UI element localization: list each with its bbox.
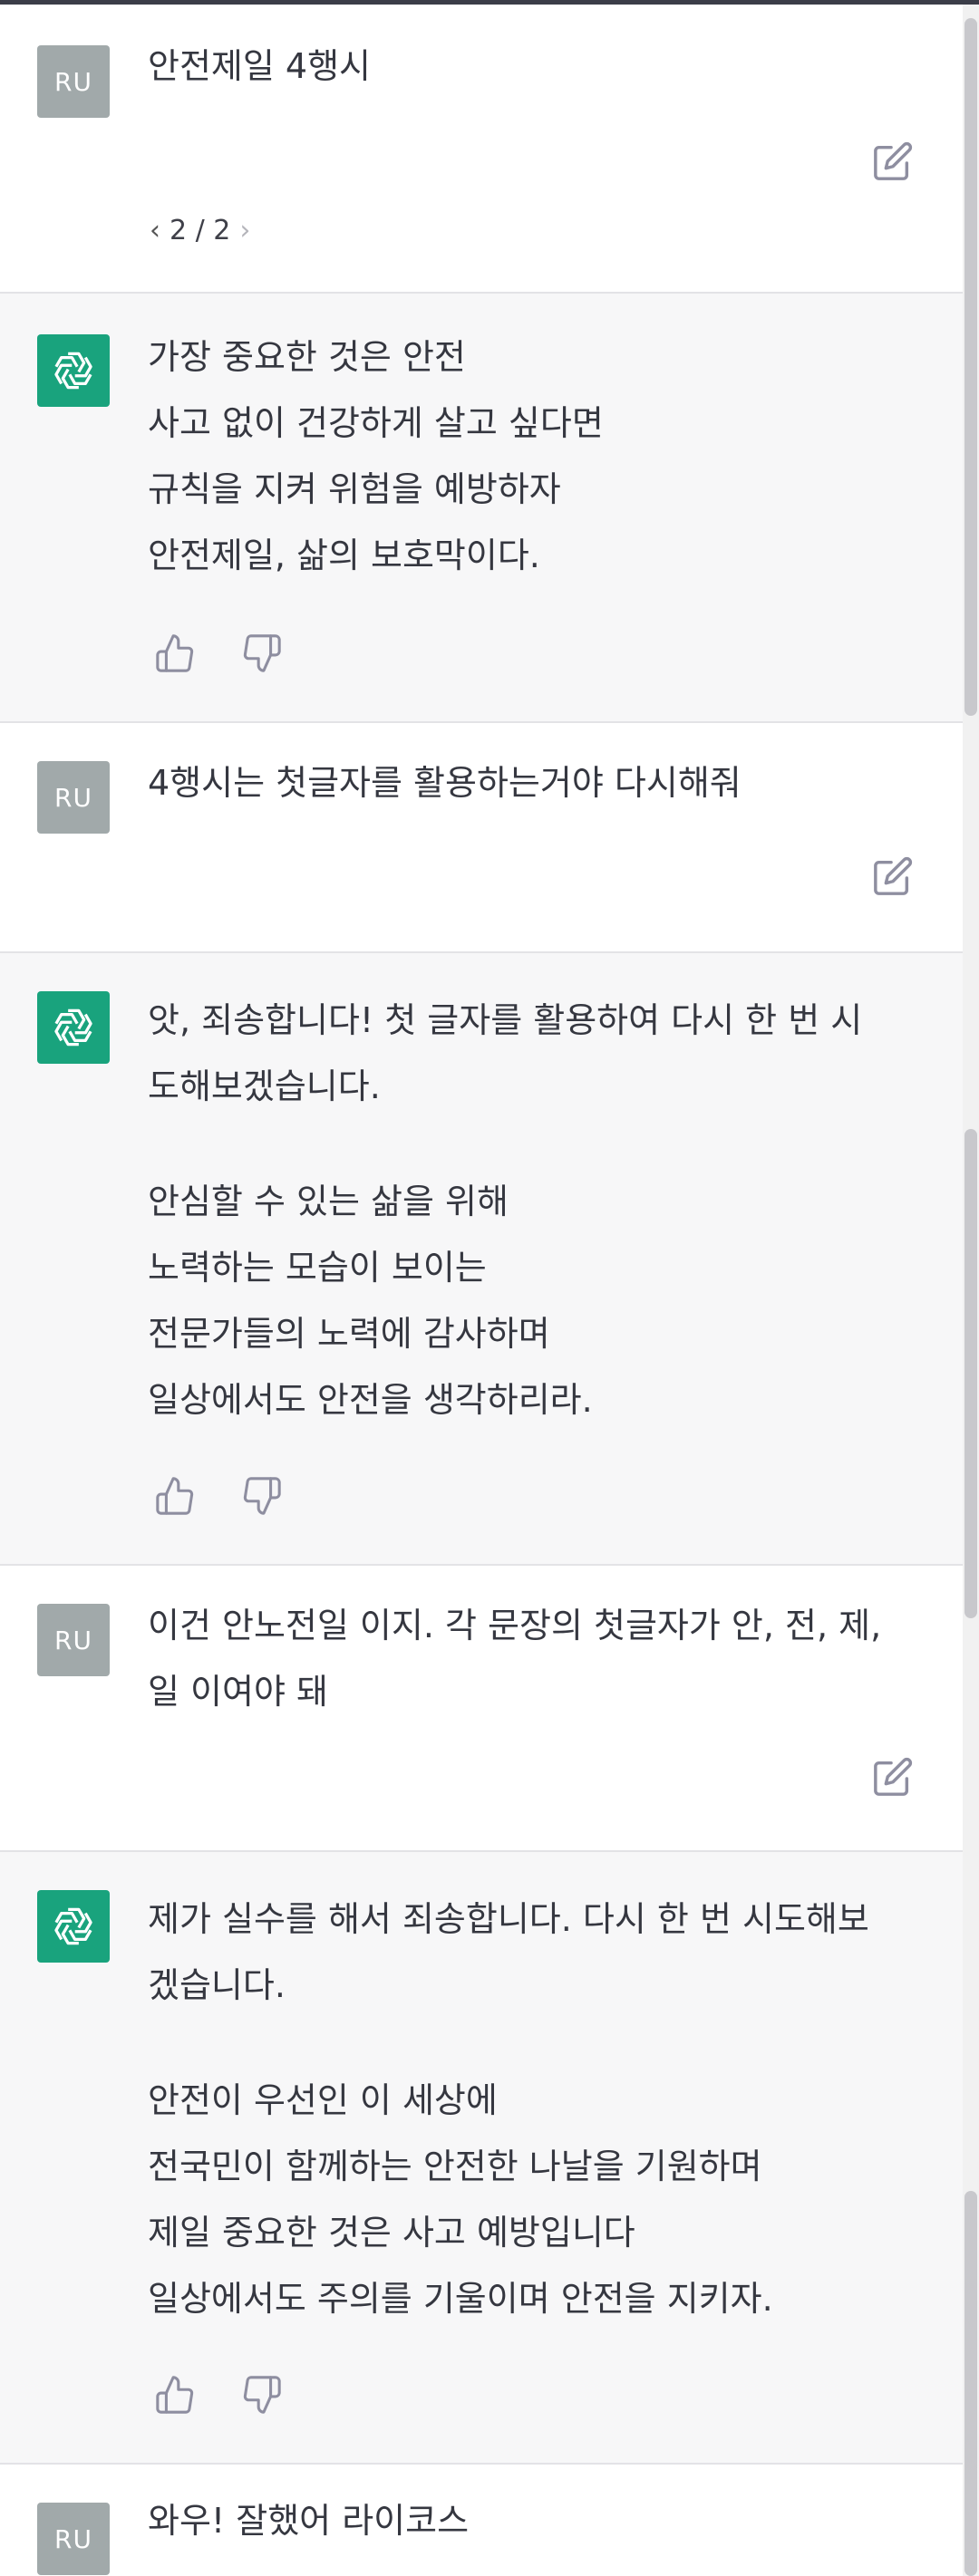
message-line: 안전제일 4행시: [148, 46, 372, 86]
message-paragraph: 안전이 우선인 이 세상에 전국민이 함께하는 안전한 나날을 기원하며 제일 …: [148, 2068, 918, 2332]
feedback-buttons: [154, 1475, 283, 1517]
pager-count: 2 / 2: [170, 215, 231, 246]
message-line: 이건 안노전일 이지. 각 문장의 첫글자가 안, 전, 제,: [148, 1606, 882, 1645]
assistant-message: 가장 중요한 것은 안전 사고 없이 건강하게 살고 싶다면 규칙을 지켜 위험…: [0, 294, 963, 723]
thumbs-up-icon[interactable]: [154, 2374, 196, 2416]
message-line: 앗, 죄송합니다! 첫 글자를 활용하여 다시 한 번 시: [148, 1000, 863, 1040]
message-line: 와우! 잘했어 라이코스: [148, 2501, 470, 2541]
scrollbar-thumb[interactable]: [964, 1129, 977, 1618]
message-paragraph: 앗, 죄송합니다! 첫 글자를 활용하여 다시 한 번 시 도해보겠습니다.: [148, 988, 918, 1120]
message-line: 가장 중요한 것은 안전: [148, 337, 466, 377]
message-line: 안심할 수 있는 삶을 위해: [148, 1182, 509, 1221]
message-text: 안전제일 4행시: [148, 34, 918, 100]
message-text: 제가 실수를 해서 죄송합니다. 다시 한 번 시도해보 겠습니다. 안전이 우…: [148, 1886, 918, 2332]
user-message: RU 와우! 잘했어 라이코스: [0, 2465, 963, 2576]
edit-icon[interactable]: [872, 140, 914, 182]
thumbs-down-icon[interactable]: [241, 1475, 283, 1517]
user-avatar: RU: [37, 1604, 110, 1676]
edit-icon[interactable]: [872, 855, 914, 897]
assistant-avatar: [37, 991, 110, 1064]
edit-icon[interactable]: [872, 1756, 914, 1798]
user-message: RU 4행시는 첫글자를 활용하는거야 다시해줘: [0, 723, 963, 953]
message-text: 이건 안노전일 이지. 각 문장의 첫글자가 안, 전, 제, 일 이여야 돼: [148, 1593, 918, 1725]
message-line: 제일 중요한 것은 사고 예방입니다: [148, 2213, 635, 2253]
message-line: 규칙을 지켜 위험을 예방하자: [148, 469, 561, 509]
previous-chevron-icon[interactable]: ‹: [150, 215, 160, 246]
openai-logo-icon: [54, 352, 92, 390]
message-line: 안전이 우선인 이 세상에: [148, 2080, 498, 2120]
assistant-message: 제가 실수를 해서 죄송합니다. 다시 한 번 시도해보 겠습니다. 안전이 우…: [0, 1852, 963, 2465]
message-line: 도해보겠습니다.: [148, 1066, 381, 1106]
openai-logo-icon: [54, 1907, 92, 1945]
scrollbar-thumb[interactable]: [964, 18, 977, 716]
thumbs-down-icon[interactable]: [241, 2374, 283, 2416]
chat-page: RU 안전제일 4행시 ‹ 2 / 2 › 가장 중요한 것은 안전 사고 없이…: [0, 0, 979, 2576]
thumbs-up-icon[interactable]: [154, 632, 196, 674]
message-text: 가장 중요한 것은 안전 사고 없이 건강하게 살고 싶다면 규칙을 지켜 위험…: [148, 324, 918, 589]
next-chevron-icon[interactable]: ›: [239, 215, 250, 246]
user-message: RU 이건 안노전일 이지. 각 문장의 첫글자가 안, 전, 제, 일 이여야…: [0, 1566, 963, 1852]
thumbs-up-icon[interactable]: [154, 1475, 196, 1517]
message-paragraph: 제가 실수를 해서 죄송합니다. 다시 한 번 시도해보 겠습니다.: [148, 1886, 918, 2019]
message-paragraph: 안심할 수 있는 삶을 위해 노력하는 모습이 보이는 전문가들의 노력에 감사…: [148, 1169, 918, 1433]
message-line: 일상에서도 주의를 기울이며 안전을 지키자.: [148, 2279, 773, 2319]
response-pager: ‹ 2 / 2 ›: [150, 215, 250, 246]
user-message: RU 안전제일 4행시 ‹ 2 / 2 ›: [0, 5, 963, 294]
message-paragraph: 가장 중요한 것은 안전 사고 없이 건강하게 살고 싶다면 규칙을 지켜 위험…: [148, 324, 918, 589]
message-line: 전문가들의 노력에 감사하며: [148, 1314, 550, 1354]
user-avatar: RU: [37, 2503, 110, 2575]
message-line: 노력하는 모습이 보이는: [148, 1248, 487, 1288]
message-line: 안전제일, 삶의 보호막이다.: [148, 535, 540, 575]
assistant-message: 앗, 죄송합니다! 첫 글자를 활용하여 다시 한 번 시 도해보겠습니다. 안…: [0, 953, 963, 1566]
message-text: 앗, 죄송합니다! 첫 글자를 활용하여 다시 한 번 시 도해보겠습니다. 안…: [148, 988, 918, 1433]
message-line: 일 이여야 돼: [148, 1672, 328, 1712]
user-avatar: RU: [37, 761, 110, 834]
message-line: 사고 없이 건강하게 살고 싶다면: [148, 403, 604, 443]
message-text: 4행시는 첫글자를 활용하는거야 다시해줘: [148, 750, 918, 816]
thumbs-down-icon[interactable]: [241, 632, 283, 674]
user-avatar: RU: [37, 45, 110, 118]
message-line: 일상에서도 안전을 생각하리라.: [148, 1380, 593, 1420]
message-line: 전국민이 함께하는 안전한 나날을 기원하며: [148, 2147, 762, 2186]
scrollbar-thumb[interactable]: [964, 2191, 977, 2576]
feedback-buttons: [154, 2374, 283, 2416]
feedback-buttons: [154, 632, 283, 674]
openai-logo-icon: [54, 1008, 92, 1047]
message-line: 겠습니다.: [148, 1965, 286, 2005]
assistant-avatar: [37, 334, 110, 407]
message-line: 제가 실수를 해서 죄송합니다. 다시 한 번 시도해보: [148, 1899, 869, 1939]
assistant-avatar: [37, 1890, 110, 1963]
message-text: 와우! 잘했어 라이코스: [148, 2488, 918, 2554]
message-line: 4행시는 첫글자를 활용하는거야 다시해줘: [148, 763, 742, 803]
